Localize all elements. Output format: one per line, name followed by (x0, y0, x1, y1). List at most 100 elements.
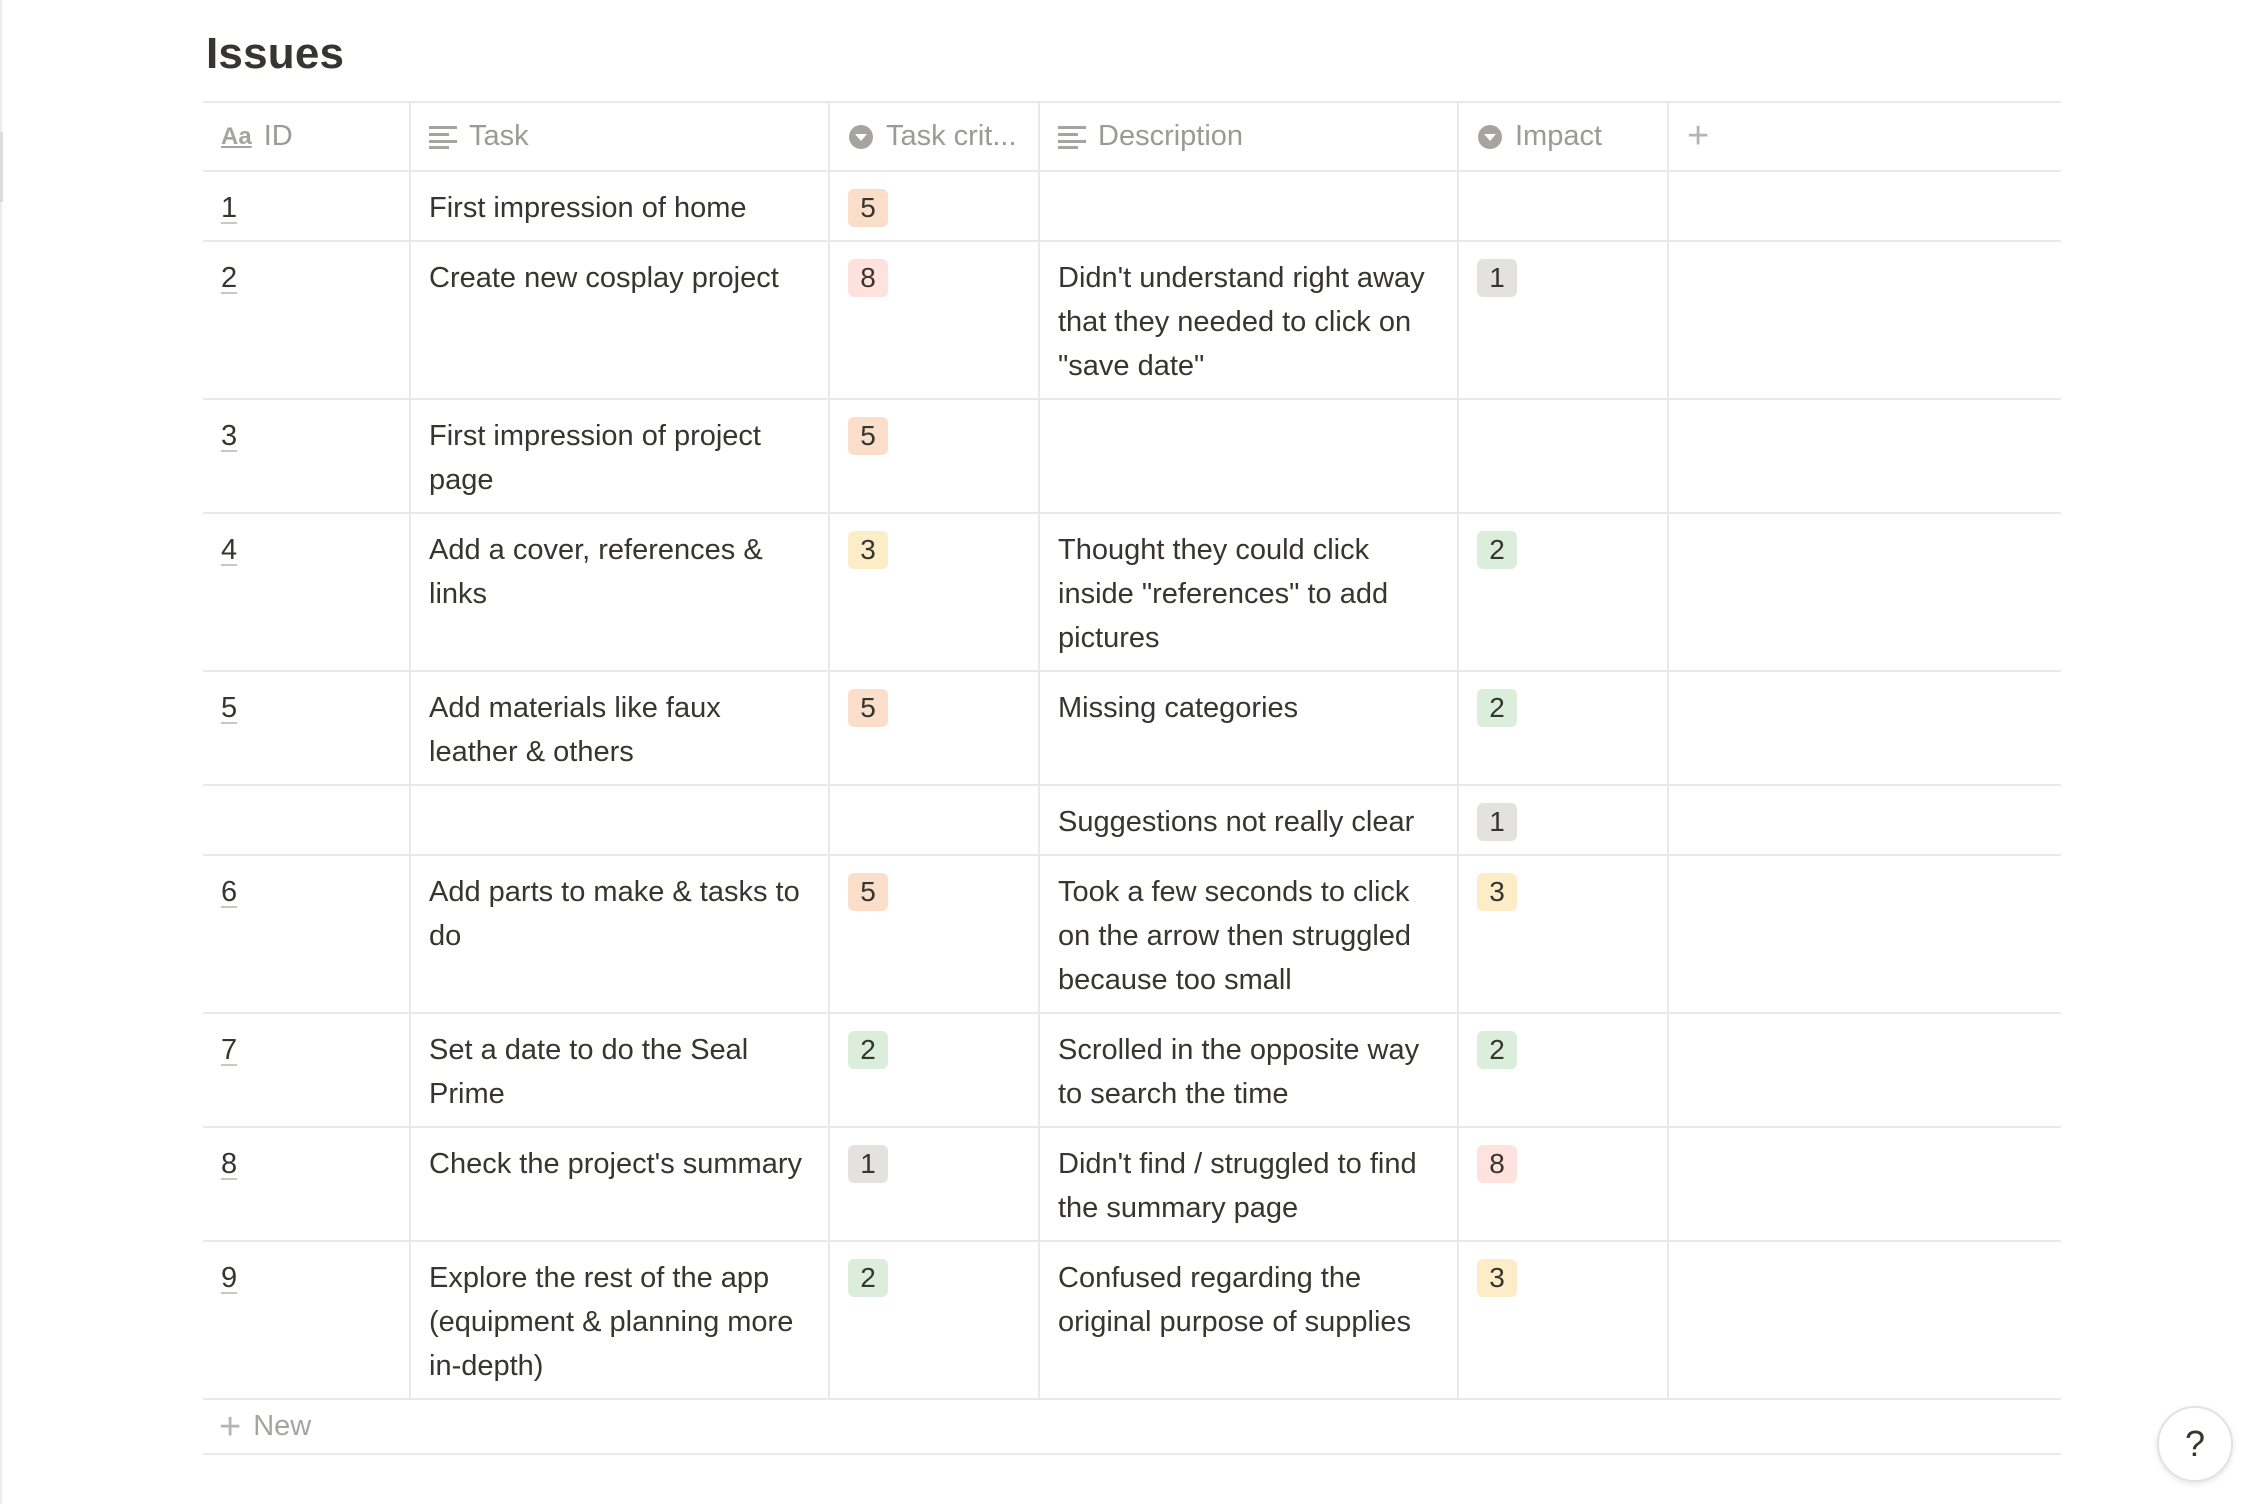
cell-task-criticality[interactable]: 5 (830, 172, 1040, 240)
cell-empty (1669, 856, 2061, 1012)
cell-id-text: 4 (221, 534, 238, 566)
cell-id[interactable]: 3 (203, 400, 411, 512)
cell-task[interactable] (411, 786, 830, 854)
column-header-task-criticality[interactable]: Task crit... (830, 103, 1040, 170)
issues-table: Aa ID Task Task crit... Description Impa… (203, 101, 2061, 1455)
cell-description[interactable] (1040, 172, 1459, 240)
cell-description[interactable]: Didn't understand right away that they n… (1040, 242, 1459, 398)
cell-id[interactable]: 2 (203, 242, 411, 398)
cell-task-criticality[interactable] (830, 786, 1040, 854)
cell-task[interactable]: Add parts to make & tasks to do (411, 856, 830, 1012)
select-tag: 2 (848, 1031, 888, 1069)
cell-id-text: 6 (221, 876, 238, 908)
column-header-description[interactable]: Description (1040, 103, 1459, 170)
table-row[interactable]: 3 First impression of project page 5 (203, 400, 2061, 514)
cell-description[interactable]: Didn't find / struggled to find the summ… (1040, 1128, 1459, 1240)
table-row[interactable]: 7 Set a date to do the Seal Prime 2 Scrolle… (203, 1014, 2061, 1128)
cell-task-criticality[interactable]: 8 (830, 242, 1040, 398)
cell-empty (1669, 1014, 2061, 1126)
cell-task-criticality[interactable]: 3 (830, 514, 1040, 670)
cell-impact[interactable]: 2 (1459, 1014, 1669, 1126)
cell-task-text: Add a cover, references & links (429, 534, 763, 610)
cell-task[interactable]: First impression of project page (411, 400, 830, 512)
cell-id[interactable]: 9 (203, 1242, 411, 1398)
cell-id[interactable]: 1 (203, 172, 411, 240)
cell-id[interactable]: 4 (203, 514, 411, 670)
cell-empty (1669, 786, 2061, 854)
column-header-impact[interactable]: Impact (1459, 103, 1669, 170)
cell-description[interactable]: Missing categories (1040, 672, 1459, 784)
cell-empty (1669, 172, 2061, 240)
cell-description-text: Confused regarding the original purpose … (1058, 1262, 1412, 1338)
cell-task-criticality[interactable]: 2 (830, 1242, 1040, 1398)
table-row[interactable]: 6 Add parts to make & tasks to do 5 Took a … (203, 856, 2061, 1014)
select-chevron-icon (848, 124, 874, 150)
table-header: Aa ID Task Task crit... Description Impa… (203, 101, 2061, 172)
cell-task[interactable]: Check the project's summary (411, 1128, 830, 1240)
cell-task[interactable]: Explore the rest of the app (equipment &… (411, 1242, 830, 1398)
cell-description[interactable]: Thought they could click inside "referen… (1040, 514, 1459, 670)
cell-id-text: 7 (221, 1034, 238, 1066)
cell-impact[interactable]: 3 (1459, 856, 1669, 1012)
cell-description-text: Missing categories (1058, 692, 1299, 724)
sidebar-resize-handle[interactable] (0, 132, 3, 202)
cell-impact[interactable]: 8 (1459, 1128, 1669, 1240)
cell-task-criticality[interactable]: 5 (830, 672, 1040, 784)
page-title: Issues (206, 29, 345, 78)
cell-task[interactable]: Add materials like faux leather & others (411, 672, 830, 784)
cell-id-text: 9 (221, 1262, 238, 1294)
cell-impact[interactable]: 2 (1459, 514, 1669, 670)
help-button[interactable]: ? (2157, 1406, 2233, 1482)
cell-task-criticality[interactable]: 5 (830, 856, 1040, 1012)
cell-task-text: Explore the rest of the app (equipment &… (429, 1262, 794, 1382)
table-row[interactable]: 2 Create new cosplay project 8 Didn't under… (203, 242, 2061, 400)
cell-description[interactable]: Suggestions not really clear (1040, 786, 1459, 854)
select-tag: 3 (848, 531, 888, 569)
column-header-label: Task crit... (886, 120, 1017, 152)
cell-impact[interactable] (1459, 172, 1669, 240)
table-row[interactable]: 8 Check the project's summary 1 Didn't find… (203, 1128, 2061, 1242)
cell-task[interactable]: First impression of home (411, 172, 830, 240)
table-row[interactable]: 5 Add materials like faux leather & other… (203, 672, 2061, 786)
column-header-id[interactable]: Aa ID (203, 103, 411, 170)
cell-task-text: Set a date to do the Seal Prime (429, 1034, 749, 1110)
cell-impact[interactable] (1459, 400, 1669, 512)
add-column-button[interactable]: + (1669, 103, 2061, 170)
table-row[interactable]: Suggestions not really clear 1 (203, 786, 2061, 856)
cell-impact[interactable]: 3 (1459, 1242, 1669, 1398)
cell-description[interactable]: Scrolled in the opposite way to search t… (1040, 1014, 1459, 1126)
plus-icon: + (1687, 115, 1710, 157)
table-row[interactable]: 4 Add a cover, references & links 3 Thought… (203, 514, 2061, 672)
column-header-task[interactable]: Task (411, 103, 830, 170)
select-tag: 8 (848, 259, 888, 297)
cell-task-criticality[interactable]: 1 (830, 1128, 1040, 1240)
cell-impact[interactable]: 1 (1459, 786, 1669, 854)
cell-description[interactable] (1040, 400, 1459, 512)
plus-icon: + (219, 1405, 242, 1448)
cell-id[interactable]: 6 (203, 856, 411, 1012)
text-lines-icon (429, 125, 457, 149)
cell-task-criticality[interactable]: 5 (830, 400, 1040, 512)
table-row[interactable]: 1 First impression of home 5 (203, 172, 2061, 242)
cell-id[interactable] (203, 786, 411, 854)
cell-id[interactable]: 8 (203, 1128, 411, 1240)
cell-task[interactable]: Create new cosplay project (411, 242, 830, 398)
cell-id[interactable]: 7 (203, 1014, 411, 1126)
text-lines-icon (1058, 125, 1086, 149)
cell-empty (1669, 1242, 2061, 1398)
select-tag: 2 (1477, 1031, 1517, 1069)
cell-task-text: Create new cosplay project (429, 262, 779, 294)
cell-id[interactable]: 5 (203, 672, 411, 784)
new-row-button[interactable]: + New (203, 1400, 2061, 1455)
cell-impact[interactable]: 1 (1459, 242, 1669, 398)
cell-task[interactable]: Add a cover, references & links (411, 514, 830, 670)
cell-impact[interactable]: 2 (1459, 672, 1669, 784)
cell-task[interactable]: Set a date to do the Seal Prime (411, 1014, 830, 1126)
cell-description[interactable]: Confused regarding the original purpose … (1040, 1242, 1459, 1398)
table-row[interactable]: 9 Explore the rest of the app (equipment … (203, 1242, 2061, 1400)
select-tag: 1 (1477, 803, 1517, 841)
cell-description[interactable]: Took a few seconds to click on the arrow… (1040, 856, 1459, 1012)
select-tag: 8 (1477, 1145, 1517, 1183)
cell-id-text: 1 (221, 192, 238, 224)
cell-task-criticality[interactable]: 2 (830, 1014, 1040, 1126)
